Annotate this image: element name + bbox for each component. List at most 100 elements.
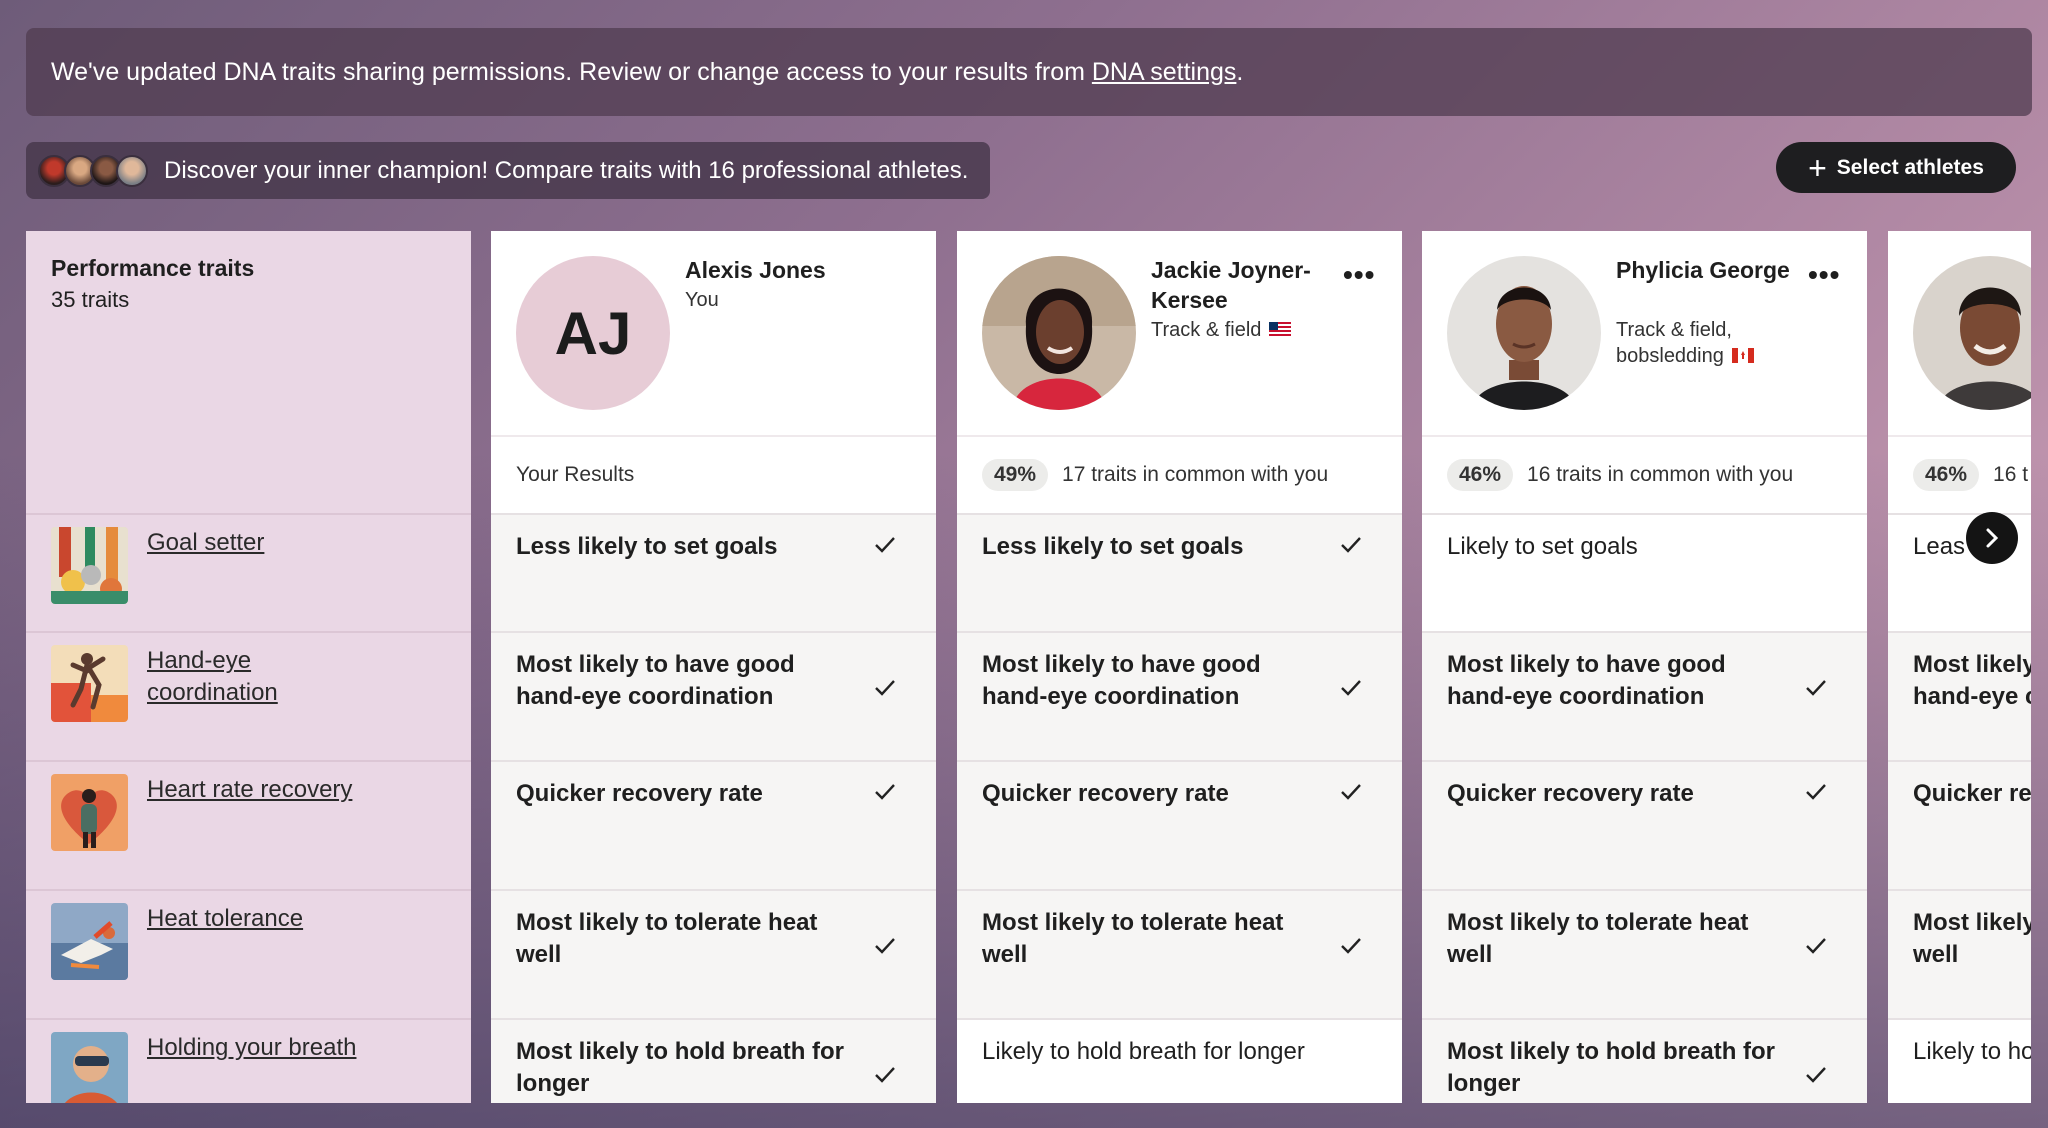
result-text: Quicker recovery rate <box>982 780 1229 807</box>
select-athletes-label: Select athletes <box>1836 155 1984 179</box>
result-cell: Most likely to tolerate heat well <box>1422 889 1867 1018</box>
goal-setter-thumb <box>51 527 128 604</box>
dna-settings-link[interactable]: DNA settings <box>1092 58 1237 87</box>
result-cell: Most likely to have good hand-eye coordi… <box>957 631 1402 760</box>
result-cell: Quicker recovery rate <box>491 760 936 889</box>
check-icon <box>875 938 895 954</box>
check-icon <box>1806 938 1826 954</box>
check-icon <box>875 680 895 696</box>
result-text: Most likely to tolerate heat well <box>1447 909 1749 968</box>
result-text: Less likely to set goals <box>982 533 1244 560</box>
person-meta: Track & field <box>1151 317 1351 343</box>
person-name: Phylicia George <box>1616 257 1790 283</box>
trait-link-hand-eye-coordination[interactable]: Hand-eye coordination <box>147 645 367 709</box>
person-meta: You <box>685 289 719 311</box>
trait-row-heat-tolerance: Heat tolerance <box>26 889 471 1018</box>
trait-link-holding-breath[interactable]: Holding your breath <box>147 1032 367 1064</box>
check-icon <box>875 537 895 553</box>
traits-header: Performance traits 35 traits <box>26 231 471 513</box>
check-icon <box>1806 784 1826 800</box>
person-meta: Track & field, bobsledding <box>1616 317 1816 369</box>
check-icon <box>875 784 895 800</box>
result-text: Most likely hand-eye c <box>1913 651 2031 710</box>
result-cell: Most likely to hold breath for longer <box>1422 1018 1867 1103</box>
result-cell: Quicker recovery rate <box>957 760 1402 889</box>
breath-thumb <box>51 1032 128 1103</box>
person-header: AJ Alexis Jones You <box>491 231 936 435</box>
result-text: Most likely to have good hand-eye coordi… <box>1447 651 1726 710</box>
check-icon <box>1341 938 1361 954</box>
match-percent-badge: 49% <box>982 459 1049 491</box>
check-icon <box>1341 537 1361 553</box>
result-text: Most likely to tolerate heat well <box>982 909 1284 968</box>
select-athletes-button[interactable]: + Select athletes <box>1776 142 2016 193</box>
comparison-grid: Performance traits 35 traits Goal setter… <box>0 231 2048 1103</box>
result-text: Quicker recovery rate <box>1447 780 1694 807</box>
trait-row-hand-eye: Hand-eye coordination <box>26 631 471 760</box>
person-header <box>1888 231 2031 435</box>
trait-row-holding-breath: Holding your breath <box>26 1018 471 1103</box>
more-options-icon[interactable]: ••• <box>1343 261 1375 289</box>
trait-row-heart-rate: Heart rate recovery <box>26 760 471 889</box>
person-sport: Track & field, bobsledding <box>1616 319 1732 367</box>
result-text: Most likely to have good hand-eye coordi… <box>516 651 795 710</box>
discover-text: Discover your inner champion! Compare tr… <box>164 156 969 184</box>
results-summary-text: 16 t <box>1993 463 2029 486</box>
results-summary: 46% 16 t <box>1888 435 2031 513</box>
person-column-partial: 46% 16 t Leas Most likely hand-eye c Qui… <box>1888 231 2031 1103</box>
scroll-next-button[interactable] <box>1966 512 2018 564</box>
check-icon <box>1341 680 1361 696</box>
avatar <box>1913 256 2031 410</box>
more-options-icon[interactable]: ••• <box>1808 261 1840 289</box>
result-cell: Likely to set goals <box>1422 513 1867 631</box>
check-icon <box>1341 784 1361 800</box>
results-summary-text: 17 traits in common with you <box>1062 463 1329 486</box>
match-percent-badge: 46% <box>1913 459 1980 491</box>
traits-column: Performance traits 35 traits Goal setter… <box>26 231 471 1103</box>
results-summary-text: Your Results <box>516 463 635 486</box>
result-cell: Likely to ho <box>1888 1018 2031 1103</box>
person-header: Phylicia George Track & field, bobsleddi… <box>1422 231 1867 435</box>
chevron-right-icon <box>1986 528 1999 548</box>
us-flag-icon <box>1269 322 1292 337</box>
heart-rate-thumb <box>51 774 128 851</box>
result-text: Most likely well <box>1913 909 2031 968</box>
trait-link-goal-setter[interactable]: Goal setter <box>147 527 367 559</box>
person-name: Alexis Jones <box>685 257 826 283</box>
avatar: AJ <box>516 256 670 410</box>
results-summary: 49% 17 traits in common with you <box>957 435 1402 513</box>
results-summary: Your Results <box>491 435 936 513</box>
result-text: Quicker recovery rate <box>516 780 763 807</box>
result-cell: Most likely to tolerate heat well <box>957 889 1402 1018</box>
plus-icon: + <box>1808 149 1827 186</box>
banner-suffix: . <box>1236 57 1244 86</box>
check-icon <box>1806 680 1826 696</box>
traits-panel-title: Performance traits <box>51 255 255 281</box>
result-cell: Most likely to have good hand-eye coordi… <box>491 631 936 760</box>
result-cell: Quicker recovery rate <box>1422 760 1867 889</box>
result-cell: Less likely to set goals <box>957 513 1402 631</box>
trait-link-heat-tolerance[interactable]: Heat tolerance <box>147 903 367 935</box>
result-cell: Most likely hand-eye c <box>1888 631 2031 760</box>
result-text: Most likely to tolerate heat well <box>516 909 818 968</box>
result-cell: Most likely to hold breath for longer <box>491 1018 936 1103</box>
result-cell: Most likely to have good hand-eye coordi… <box>1422 631 1867 760</box>
traits-panel-count: 35 traits <box>51 287 130 312</box>
result-text: Most likely to hold breath for longer <box>516 1038 845 1097</box>
trait-link-heart-rate-recovery[interactable]: Heart rate recovery <box>147 774 367 806</box>
banner-text: We've updated DNA traits sharing permiss… <box>51 57 1092 86</box>
result-text: Likely to set goals <box>1447 533 1638 560</box>
athlete-avatar-stack <box>38 154 148 187</box>
result-text: Likely to ho <box>1913 1038 2031 1065</box>
heat-tolerance-thumb <box>51 903 128 980</box>
person-column-jackie-joyner-kersee: Jackie Joyner-Kersee Track & field ••• 4… <box>957 231 1402 1103</box>
result-cell: Likely to hold breath for longer <box>957 1018 1402 1103</box>
person-column-phylicia-george: Phylicia George Track & field, bobsleddi… <box>1422 231 1867 1103</box>
result-text: Less likely to set goals <box>516 533 778 560</box>
check-icon <box>875 1067 895 1083</box>
avatar <box>1447 256 1601 410</box>
results-summary: 46% 16 traits in common with you <box>1422 435 1867 513</box>
result-text: Likely to hold breath for longer <box>982 1038 1305 1065</box>
result-cell: Most likely to tolerate heat well <box>491 889 936 1018</box>
avatar <box>982 256 1136 410</box>
